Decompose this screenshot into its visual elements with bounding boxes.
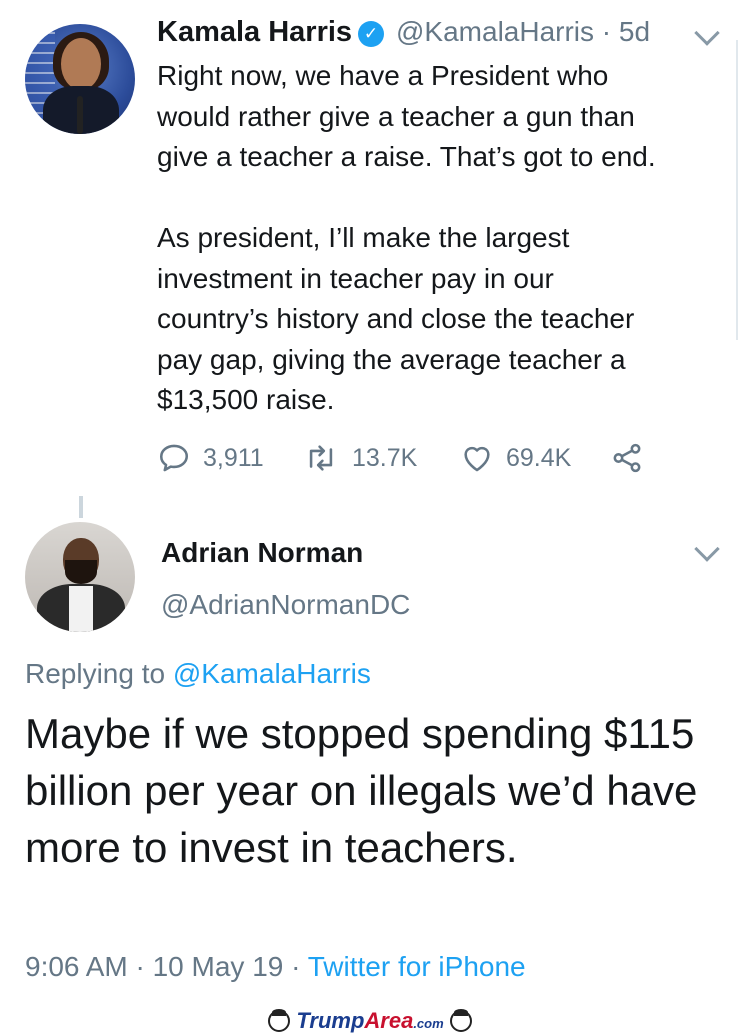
reply-icon bbox=[159, 444, 189, 472]
reply-button[interactable]: 3,911 bbox=[157, 440, 264, 476]
original-tweet[interactable]: Kamala Harris ✓ @KamalaHarris · 5d Right… bbox=[0, 0, 740, 500]
avatar-shirt bbox=[69, 586, 93, 632]
avatar-beard bbox=[65, 560, 97, 584]
watermark-logo-icon bbox=[268, 1009, 291, 1032]
thread-connector-line bbox=[79, 496, 83, 518]
avatar-face bbox=[61, 38, 101, 90]
tweet-action-bar: 3,911 13.7K 69.4K bbox=[157, 440, 657, 476]
reply-timestamp[interactable]: 9:06 AM · 10 May 19 · bbox=[25, 951, 308, 982]
replying-to-line: Replying to @KamalaHarris bbox=[25, 658, 371, 690]
tweet-author-name[interactable]: Kamala Harris bbox=[157, 16, 352, 49]
reply-author-name[interactable]: Adrian Norman bbox=[161, 537, 363, 569]
like-button[interactable]: 69.4K bbox=[460, 440, 571, 476]
avatar-microphone bbox=[77, 96, 83, 134]
retweet-count: 13.7K bbox=[352, 443, 418, 472]
verified-badge-icon: ✓ bbox=[358, 21, 384, 47]
avatar-adrian-norman[interactable] bbox=[25, 522, 135, 632]
like-icon bbox=[464, 446, 490, 472]
reply-meta: 9:06 AM · 10 May 19 · Twitter for iPhone bbox=[25, 951, 526, 983]
share-icon bbox=[613, 443, 641, 473]
retweet-icon bbox=[309, 445, 333, 471]
replying-to-label: Replying to bbox=[25, 658, 166, 689]
replying-to-link[interactable]: @KamalaHarris bbox=[173, 658, 371, 689]
like-count: 69.4K bbox=[506, 443, 572, 472]
reply-count: 3,911 bbox=[203, 443, 264, 472]
tweet-text: Right now, we have a President who would… bbox=[157, 60, 656, 415]
watermark-text: TrumpArea.com bbox=[296, 1008, 444, 1033]
chevron-down-icon[interactable] bbox=[694, 20, 720, 46]
reply-source-link[interactable]: Twitter for iPhone bbox=[308, 951, 526, 982]
share-button[interactable] bbox=[610, 440, 644, 476]
scrollbar-track bbox=[736, 40, 738, 340]
chevron-down-icon[interactable] bbox=[694, 536, 720, 562]
reply-author-handle[interactable]: @AdrianNormanDC bbox=[161, 589, 410, 621]
tweet-author-handle-time[interactable]: @KamalaHarris · 5d bbox=[396, 16, 650, 48]
watermark-logo-icon bbox=[449, 1009, 472, 1032]
avatar-kamala-harris[interactable] bbox=[25, 24, 135, 134]
watermark: TrumpArea.com bbox=[0, 1008, 740, 1036]
reply-text: Maybe if we stopped spending $115 billio… bbox=[25, 710, 698, 871]
retweet-button[interactable]: 13.7K bbox=[302, 440, 417, 476]
